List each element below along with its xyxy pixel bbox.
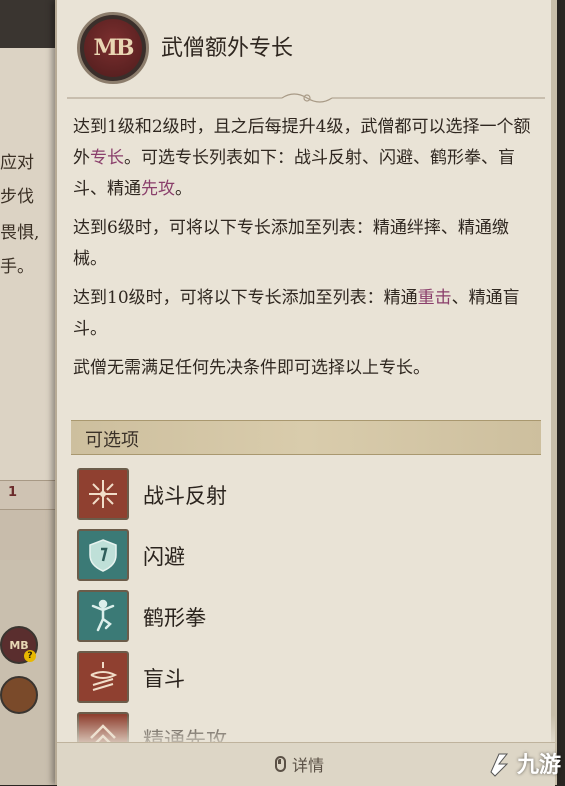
background-level-number: 1: [8, 485, 18, 500]
option-label: 战斗反射: [143, 484, 227, 508]
background-lower: [0, 560, 60, 785]
mouse-left-click-icon: [275, 756, 286, 772]
crane-style-icon: [77, 590, 129, 642]
description-text: 达到6级时，可将以下专长添加至列表：精通绊摔、精通缴械。: [73, 218, 509, 269]
monk-class-icon-text: MB: [84, 19, 142, 77]
glossary-link[interactable]: 先攻: [141, 179, 175, 199]
option-item[interactable]: 闪避: [77, 529, 517, 585]
description-text: 。: [175, 179, 192, 199]
background-text: 应对: [0, 153, 34, 173]
background-text: 手。: [0, 257, 34, 277]
tooltip-header: MB 武僧额外专长: [75, 8, 535, 84]
tooltip-footer: 详情: [57, 742, 555, 786]
description-text: 。可选专长列表如下：战斗反射、闪避、鹤形拳、盲斗、精通: [73, 148, 515, 199]
dodge-icon: [77, 529, 129, 581]
details-button[interactable]: 详情: [275, 752, 324, 776]
portrait-icon[interactable]: [0, 676, 38, 714]
description-text: 达到10级时，可将以下专长添加至列表：精通: [73, 288, 418, 308]
background-level-bar: 1: [0, 480, 60, 510]
details-label: 详情: [292, 756, 325, 775]
description-paragraph: 达到1级和2级时，且之后每提升4级，武僧都可以选择一个额外专长。可选专长列表如下…: [73, 112, 535, 205]
options-header-label: 可选项: [85, 430, 139, 451]
watermark-logo-icon: [490, 753, 509, 777]
background-text: 步伐: [0, 187, 34, 207]
feature-tooltip-panel: MB 武僧额外专长 达到1级和2级时，且之后每提升4级，武僧都可以选择一个额外专…: [55, 0, 557, 786]
feature-description: 达到1级和2级时，且之后每提升4级，武僧都可以选择一个额外专长。可选专长列表如下…: [73, 112, 535, 392]
blind-fight-icon: [77, 651, 129, 703]
background-row: [0, 510, 60, 560]
description-paragraph: 达到6级时，可将以下专长添加至列表：精通绊摔、精通缴械。: [73, 213, 535, 275]
monk-class-icon: MB: [77, 12, 149, 84]
options-section-header: 可选项: [71, 420, 541, 455]
description-paragraph: 武僧无需满足任何先决条件即可选择以上专长。: [73, 353, 535, 384]
background-text: 畏惧,: [0, 223, 40, 243]
option-item[interactable]: 盲斗: [77, 651, 517, 707]
glossary-link[interactable]: 专长: [90, 148, 124, 168]
panel-edge: [551, 0, 557, 785]
option-label: 闪避: [143, 545, 185, 569]
description-text: 武僧无需满足任何先决条件即可选择以上专长。: [73, 358, 430, 378]
combat-reflexes-icon: [77, 468, 129, 520]
feature-title: 武僧额外专长: [161, 36, 294, 61]
option-item[interactable]: 战斗反射: [77, 468, 517, 524]
ornamental-divider: [67, 93, 545, 103]
watermark-text: 九游: [516, 753, 561, 778]
glossary-link[interactable]: 重击: [418, 288, 452, 308]
question-mark-icon: ?: [24, 650, 36, 662]
option-item[interactable]: 鹤形拳: [77, 590, 517, 646]
option-label: 盲斗: [143, 667, 185, 691]
option-label: 鹤形拳: [143, 606, 206, 630]
watermark: 九游: [485, 747, 561, 779]
description-paragraph: 达到10级时，可将以下专长添加至列表：精通重击、精通盲斗。: [73, 283, 535, 345]
